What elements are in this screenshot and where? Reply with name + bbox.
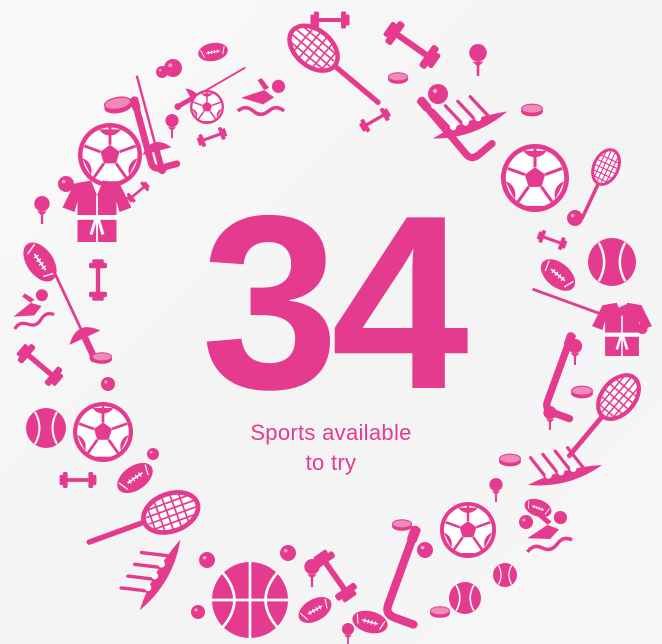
football-icon [196, 39, 230, 65]
hockey-puck-icon [388, 72, 408, 84]
caption-line-1: Sports available [250, 420, 412, 445]
ball-icon [191, 605, 205, 619]
golf-ball-icon [341, 623, 355, 644]
rowing-boat-icon [116, 526, 187, 614]
golf-ball-icon [165, 114, 179, 138]
hockey-puck-icon [392, 519, 412, 531]
hockey-puck-icon [521, 103, 543, 117]
ball-icon [428, 84, 448, 104]
basketball-icon [210, 560, 290, 640]
baseball-icon [492, 562, 518, 588]
ball-icon [519, 515, 533, 529]
baseball-icon [448, 581, 482, 615]
tennis-racket-icon [278, 13, 392, 118]
tennis-racket-icon [82, 482, 207, 562]
sports-count-caption: Sports available to try [0, 418, 662, 478]
golf-ball-icon [489, 478, 503, 502]
swimmer-icon [236, 76, 287, 117]
caption-line-2: to try [305, 450, 357, 475]
dumbbell-icon [380, 17, 444, 73]
dumbbell-icon [195, 125, 229, 149]
soccer-ball-icon [440, 502, 496, 558]
ball-icon [280, 545, 296, 561]
hockey-puck-icon [430, 606, 450, 618]
soccer-ball-icon [190, 90, 224, 124]
football-icon [293, 590, 337, 630]
ball-icon [156, 66, 168, 78]
sports-count: 34 [201, 163, 469, 441]
sports-stat-graphic: 34 Sports available to try [0, 0, 662, 644]
ball-icon [199, 552, 215, 568]
ball-icon [417, 542, 433, 558]
hockey-puck-icon [102, 94, 134, 116]
golf-ball-icon [469, 44, 487, 76]
dumbbell-icon [310, 11, 350, 29]
dumbbell-icon [357, 105, 393, 135]
dumbbell-icon [309, 546, 361, 606]
